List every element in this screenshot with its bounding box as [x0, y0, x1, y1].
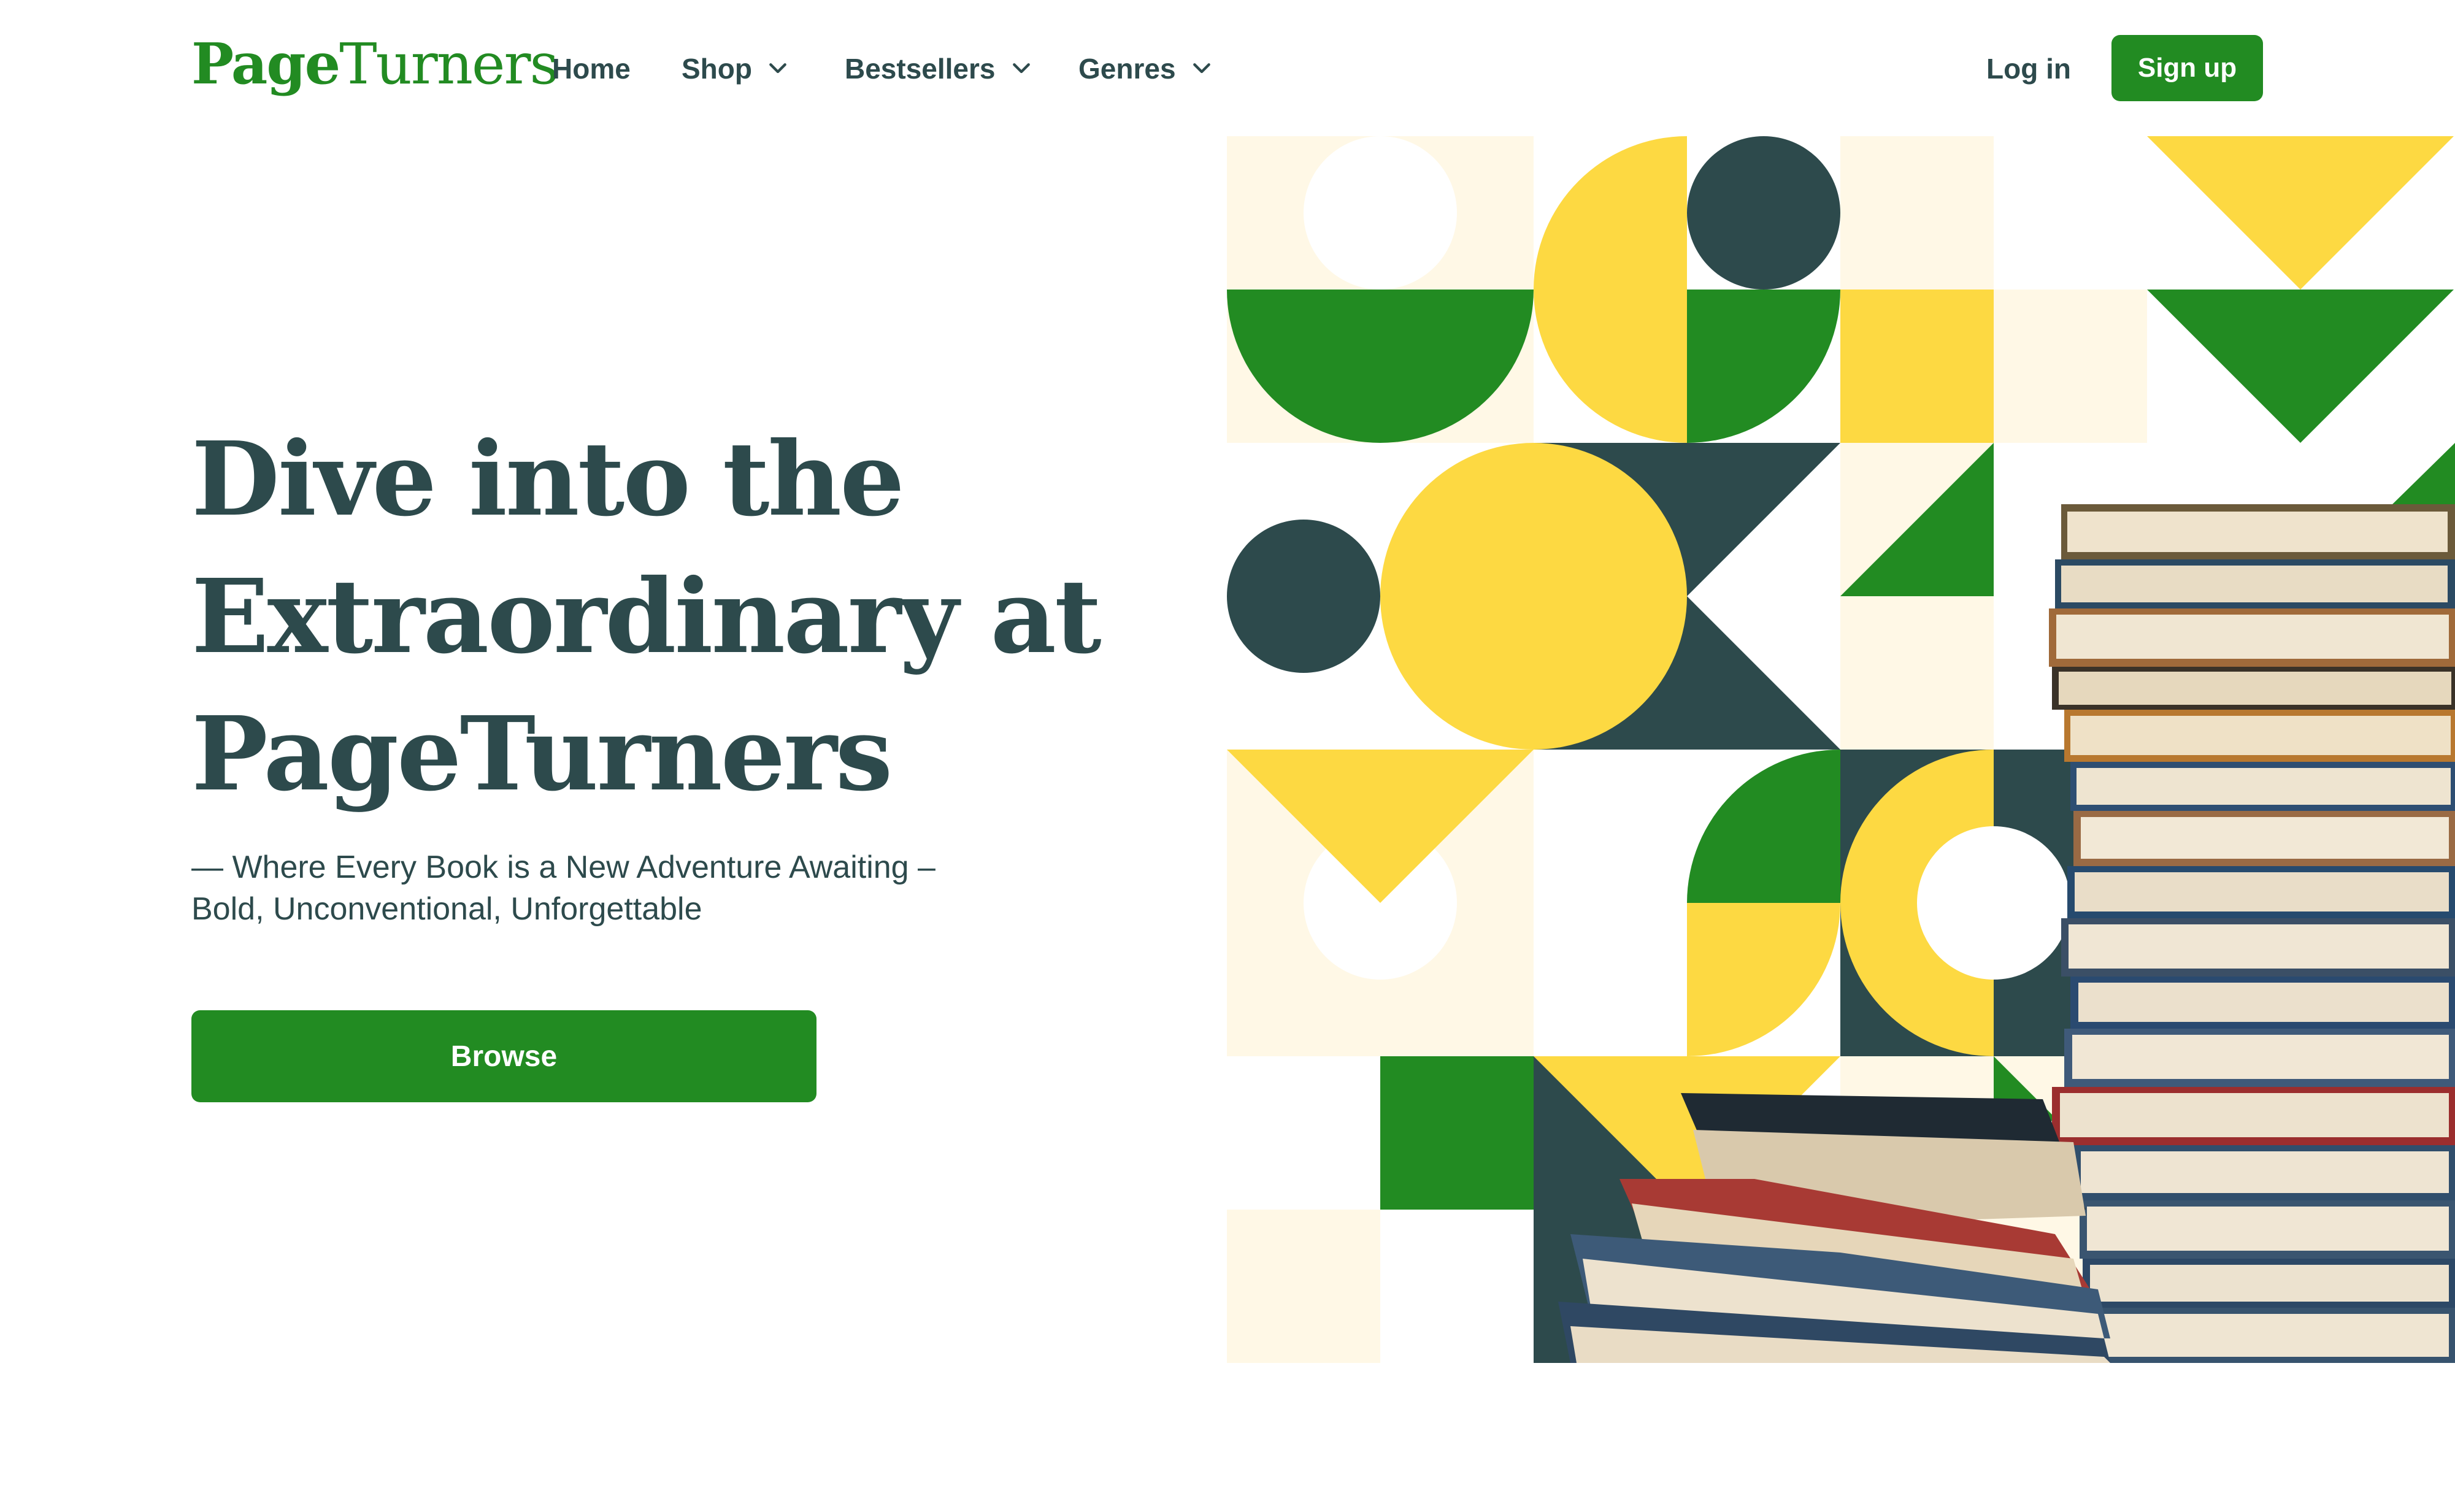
hero-illustration — [1227, 136, 2455, 1363]
book-stack-tall — [2049, 504, 2455, 1363]
signup-button[interactable]: Sign up — [2111, 35, 2263, 101]
nav-home[interactable]: Home — [552, 50, 631, 87]
nav-bestsellers-label: Bestsellers — [845, 53, 996, 85]
brand-logo[interactable]: PageTurners — [191, 36, 559, 93]
browse-button[interactable]: Browse — [191, 1010, 816, 1102]
hero-subtitle: — Where Every Book is a New Adventure Aw… — [191, 846, 1038, 930]
chevron-down-icon — [769, 63, 786, 74]
nav-shop[interactable]: Shop — [682, 50, 790, 87]
nav-genres[interactable]: Genres — [1078, 50, 1214, 87]
chevron-down-icon — [1193, 63, 1210, 74]
headline-line-1: Dive into the — [191, 420, 905, 539]
nav-shop-label: Shop — [682, 53, 752, 85]
logo-turners-text: Turners — [339, 31, 558, 97]
chevron-down-icon — [1012, 63, 1030, 74]
headline-line-2: Extraordinary at — [191, 557, 1102, 677]
subtitle-line-1: — Where Every Book is a New Adventure Aw… — [191, 850, 936, 885]
subtitle-line-2: Bold, Unconventional, Unforgettable — [191, 891, 702, 927]
logo-page-text: Page — [191, 31, 340, 97]
nav-bestsellers[interactable]: Bestsellers — [845, 50, 1034, 87]
headline-line-3: PageTurners — [191, 694, 893, 814]
nav-home-label: Home — [552, 53, 631, 85]
login-link[interactable]: Log in — [1986, 50, 2071, 87]
hero-headline: Dive into the Extraordinary at PageTurne… — [191, 411, 1124, 823]
nav-genres-label: Genres — [1078, 53, 1176, 85]
